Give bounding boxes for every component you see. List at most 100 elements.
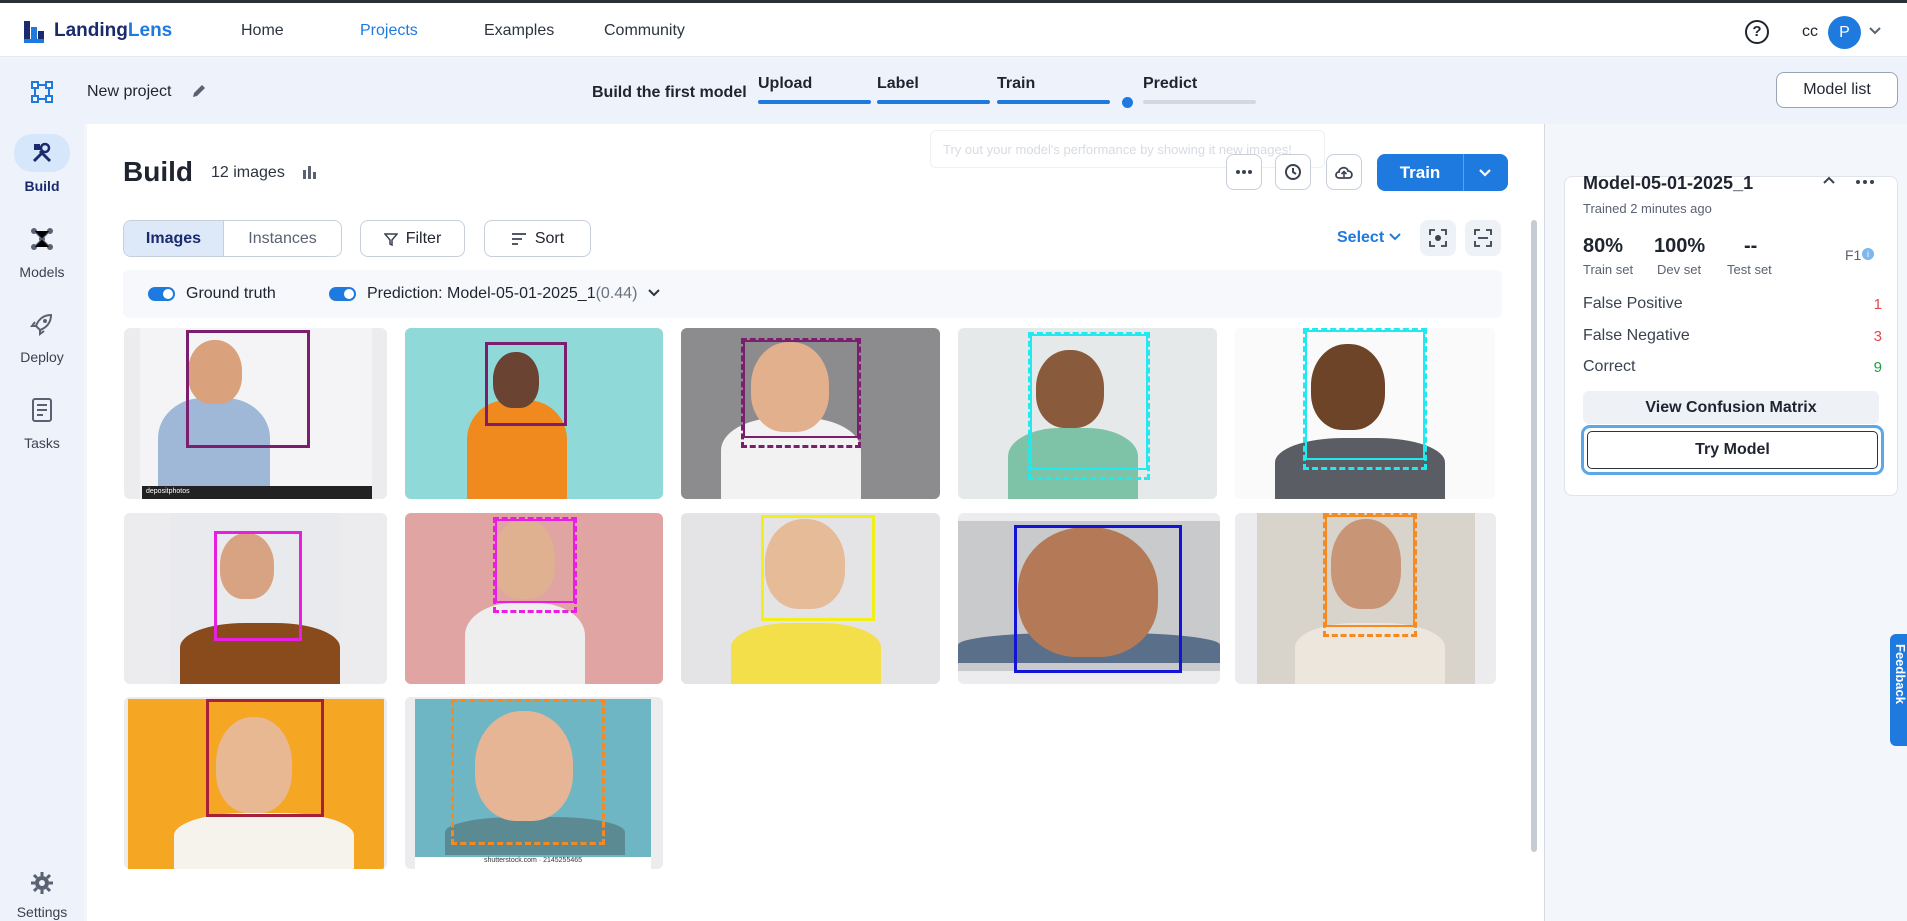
chevron-up-icon[interactable] bbox=[1822, 174, 1836, 186]
ground-truth-bounding-box bbox=[495, 519, 575, 603]
landinglens-cube-icon bbox=[24, 21, 44, 43]
image-tile[interactable] bbox=[1235, 328, 1495, 499]
dev-set-score: 100% bbox=[1654, 235, 1706, 257]
step-predict[interactable]: Predict bbox=[1143, 75, 1197, 93]
image-count: 12 images bbox=[211, 164, 285, 181]
image-tile[interactable]: depositphotos bbox=[124, 328, 387, 499]
filter-label: Filter bbox=[405, 229, 442, 247]
avatar[interactable]: P bbox=[1828, 16, 1861, 49]
panel-divider bbox=[1544, 124, 1545, 921]
image-tile[interactable] bbox=[1235, 513, 1496, 684]
history-button[interactable] bbox=[1275, 154, 1311, 190]
prediction-toggle[interactable] bbox=[329, 287, 356, 301]
more-horizontal-icon bbox=[1236, 170, 1252, 174]
view-toggle: Images Instances bbox=[123, 220, 342, 257]
nav-projects[interactable]: Projects bbox=[360, 22, 418, 40]
info-icon[interactable]: i bbox=[1862, 248, 1874, 260]
ground-truth-bounding-box bbox=[1014, 525, 1182, 673]
fullscreen-button[interactable] bbox=[1465, 220, 1501, 256]
step-label[interactable]: Label bbox=[877, 75, 919, 93]
ground-truth-toggle[interactable] bbox=[148, 287, 175, 301]
feedback-tab[interactable]: Feedback bbox=[1890, 634, 1907, 746]
step-label-progress bbox=[877, 100, 990, 104]
sidebar-item-label: Settings bbox=[16, 904, 68, 920]
train-button-divider bbox=[1463, 154, 1464, 191]
false-positive-count[interactable]: 1 bbox=[1872, 296, 1882, 313]
model-trained-time: Trained 2 minutes ago bbox=[1583, 201, 1712, 216]
chevron-down-icon[interactable] bbox=[1477, 164, 1493, 180]
org-name[interactable]: cc bbox=[1802, 23, 1818, 41]
image-tile[interactable] bbox=[124, 697, 387, 869]
ground-truth-bounding-box bbox=[743, 340, 859, 438]
image-tile[interactable] bbox=[958, 328, 1217, 499]
filter-button[interactable]: Filter bbox=[360, 220, 465, 257]
edit-pencil-icon[interactable] bbox=[190, 82, 208, 100]
help-icon[interactable]: ? bbox=[1745, 20, 1769, 44]
sidebar-item-models[interactable]: Models bbox=[0, 220, 84, 280]
prediction-bounding-box bbox=[451, 699, 605, 845]
hint-tooltip: Try out your model's performance by show… bbox=[930, 130, 1325, 168]
nav-community[interactable]: Community bbox=[604, 22, 685, 40]
sidebar-item-tasks[interactable]: Tasks bbox=[0, 391, 84, 451]
prediction-label: Prediction: Model-05-01-2025_1 bbox=[367, 285, 596, 302]
scrollbar[interactable] bbox=[1531, 220, 1537, 852]
try-model-focus-ring: Try Model bbox=[1581, 425, 1884, 475]
model-list-button[interactable]: Model list bbox=[1776, 72, 1898, 108]
metric-name: F1 bbox=[1845, 247, 1862, 263]
sidebar-item-build[interactable]: Build bbox=[0, 134, 84, 194]
image-tile[interactable]: shutterstock.com · 2145255465 bbox=[405, 697, 663, 869]
app-logo[interactable]: LandingLens bbox=[22, 17, 172, 45]
nav-home[interactable]: Home bbox=[241, 22, 284, 40]
step-upload[interactable]: Upload bbox=[758, 75, 812, 93]
false-negative-label: False Negative bbox=[1583, 327, 1690, 344]
view-confusion-matrix-button[interactable]: View Confusion Matrix bbox=[1583, 391, 1879, 424]
correct-label: Correct bbox=[1583, 358, 1636, 375]
project-frame-icon[interactable] bbox=[30, 80, 54, 104]
step-upload-progress bbox=[758, 100, 871, 104]
tab-instances[interactable]: Instances bbox=[224, 221, 341, 256]
overlay-toggles: Ground truth Prediction: Model-05-01-202… bbox=[123, 270, 1502, 318]
image-tile[interactable] bbox=[405, 328, 663, 499]
build-tools-icon bbox=[32, 142, 52, 163]
subject-torso bbox=[465, 603, 585, 684]
select-dropdown[interactable]: Select bbox=[1337, 229, 1401, 247]
top-nav: LandingLens Home Projects Examples Commu… bbox=[0, 3, 1907, 57]
image-tile[interactable] bbox=[124, 513, 387, 684]
logo-text: LandingLens bbox=[54, 20, 173, 41]
more-options-button[interactable] bbox=[1226, 154, 1262, 190]
focus-view-button[interactable] bbox=[1420, 220, 1456, 256]
more-horizontal-icon[interactable] bbox=[1855, 179, 1875, 185]
sidebar-item-settings[interactable]: Settings bbox=[0, 868, 84, 920]
nav-examples[interactable]: Examples bbox=[484, 22, 554, 40]
step-predict-progress bbox=[1143, 100, 1256, 104]
chevron-down-icon[interactable] bbox=[1868, 23, 1882, 37]
sort-lines-icon bbox=[511, 232, 526, 245]
image-tile[interactable] bbox=[681, 328, 940, 499]
stock-watermark: shutterstock.com · 2145255465 bbox=[415, 857, 651, 869]
ground-truth-bounding-box bbox=[1305, 330, 1425, 460]
upload-cloud-button[interactable] bbox=[1326, 154, 1362, 190]
ground-truth-bounding-box bbox=[485, 342, 567, 426]
select-label: Select bbox=[1337, 229, 1385, 246]
step-train[interactable]: Train bbox=[997, 75, 1035, 93]
image-tile[interactable] bbox=[681, 513, 940, 684]
tab-images[interactable]: Images bbox=[124, 221, 224, 256]
rocket-icon bbox=[30, 313, 53, 336]
prediction-selector[interactable]: Prediction: Model-05-01-2025_1(0.44) bbox=[367, 285, 660, 303]
image-tile[interactable] bbox=[405, 513, 663, 684]
ground-truth-bounding-box bbox=[1325, 515, 1415, 627]
image-tile[interactable] bbox=[958, 513, 1220, 684]
sidebar-item-deploy[interactable]: Deploy bbox=[0, 305, 84, 365]
try-model-button[interactable]: Try Model bbox=[1587, 431, 1878, 469]
chevron-down-icon bbox=[648, 289, 660, 297]
step-current-marker bbox=[1122, 97, 1133, 108]
expand-frame-icon bbox=[1474, 229, 1492, 247]
correct-count[interactable]: 9 bbox=[1872, 359, 1882, 376]
train-button[interactable]: Train bbox=[1377, 154, 1508, 191]
chevron-down-icon bbox=[1388, 233, 1401, 241]
focus-frame-icon bbox=[1429, 229, 1447, 247]
bar-chart-icon[interactable] bbox=[302, 164, 318, 180]
sort-button[interactable]: Sort bbox=[484, 220, 591, 257]
false-negative-count[interactable]: 3 bbox=[1872, 328, 1882, 345]
sidebar-item-label: Deploy bbox=[20, 349, 64, 365]
